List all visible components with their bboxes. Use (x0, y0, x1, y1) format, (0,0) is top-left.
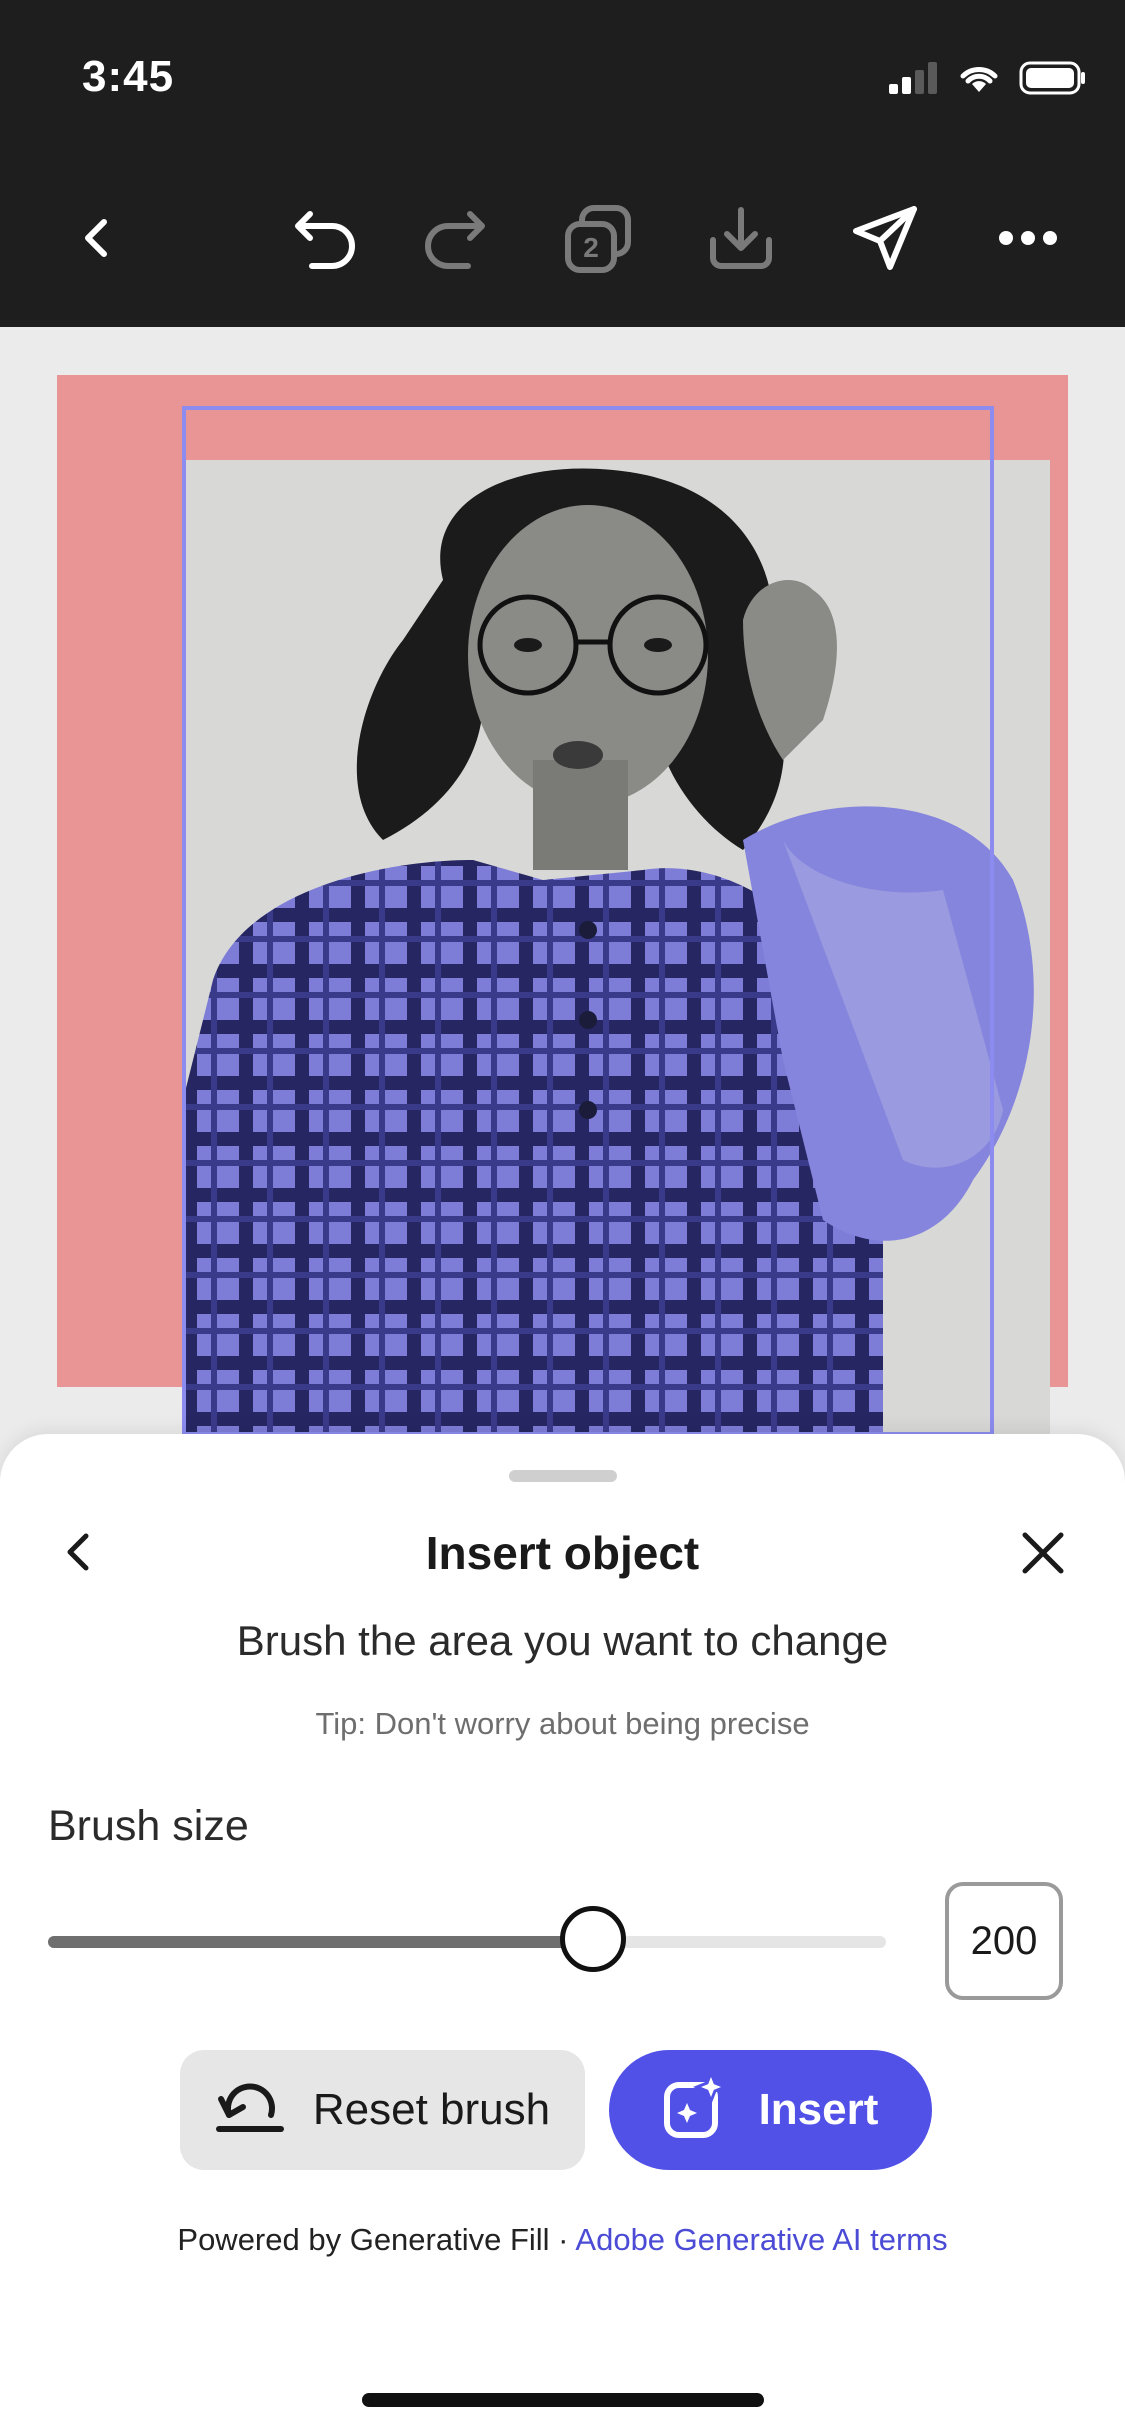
back-icon (76, 214, 116, 267)
selection-frame[interactable] (182, 406, 994, 1436)
redo-icon (418, 206, 490, 275)
status-icons (889, 60, 1087, 100)
brush-size-slider-fill (48, 1936, 593, 1948)
undo-icon (290, 206, 362, 275)
back-button[interactable] (56, 200, 136, 280)
ai-terms-link[interactable]: Adobe Generative AI terms (575, 2222, 947, 2257)
undo-button[interactable] (286, 200, 366, 280)
layers-icon: 2 (562, 204, 634, 276)
cellular-signal-icon (889, 61, 939, 99)
redo-button[interactable] (414, 200, 494, 280)
wifi-icon (957, 62, 1001, 99)
layers-button[interactable]: 2 (558, 200, 638, 280)
download-button[interactable] (701, 200, 781, 280)
more-icon (996, 228, 1060, 253)
battery-icon (1019, 61, 1087, 100)
brush-size-slider[interactable] (48, 1906, 886, 1972)
share-button[interactable] (845, 200, 925, 280)
insert-object-sheet: Insert object Brush the area you want to… (0, 1434, 1125, 2436)
sheet-title: Insert object (425, 1527, 700, 1579)
powered-by-text: Powered by Generative Fill · (177, 2222, 576, 2257)
tip-text: Tip: Don't worry about being precise (315, 1706, 810, 1741)
more-options-button[interactable] (988, 200, 1068, 280)
home-indicator[interactable] (362, 2393, 764, 2407)
brush-size-slider-thumb[interactable] (560, 1906, 626, 1972)
reset-brush-icon (215, 2075, 285, 2146)
close-icon (1020, 1532, 1066, 1580)
instruction-text: Brush the area you want to change (236, 1617, 889, 1664)
footer-text: Powered by Generative Fill · Adobe Gener… (0, 2222, 1125, 2258)
reset-brush-label: Reset brush (312, 2085, 551, 2134)
generative-sparkle-icon (663, 2068, 731, 2150)
brush-size-label: Brush size (48, 1802, 249, 1850)
status-time: 3:45 (82, 52, 175, 101)
layers-count: 2 (583, 232, 599, 263)
reset-brush-button[interactable]: Reset brush (180, 2050, 585, 2170)
status-bar: 3:45 (0, 0, 1125, 140)
editor-canvas[interactable] (0, 327, 1125, 1437)
editor-toolbar: 2 (0, 140, 1125, 327)
insert-button-label: Insert (758, 2085, 879, 2134)
close-button[interactable] (1020, 1530, 1070, 1580)
brush-size-value[interactable]: 200 (945, 1882, 1063, 2000)
download-icon (707, 204, 775, 277)
insert-button[interactable]: Insert (609, 2050, 932, 2170)
sheet-drag-handle[interactable] (509, 1470, 617, 1482)
share-send-icon (850, 203, 920, 278)
